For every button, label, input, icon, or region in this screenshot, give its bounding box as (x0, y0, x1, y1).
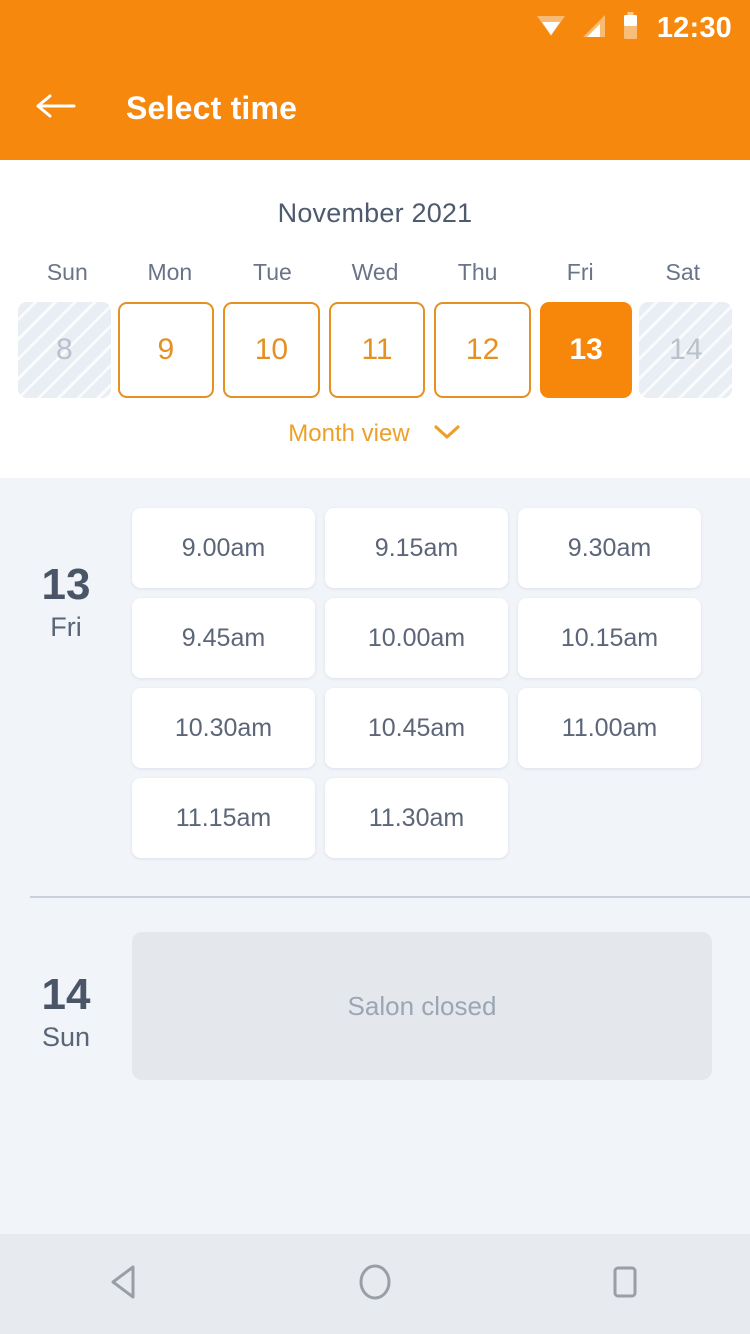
weekday-header-sat: Sat (665, 259, 701, 285)
status-bar-clock: 12:30 (656, 11, 732, 44)
wifi-icon (536, 13, 566, 44)
schedule-area: 13 Fri 9.00am 9.15am 9.30am 9.45am 10.00… (0, 478, 750, 1234)
weekday-header-tue: Tue (253, 259, 292, 285)
time-slot[interactable]: 9.00am (132, 508, 315, 588)
nav-back-button[interactable] (70, 1249, 180, 1319)
day-label-13: 13 Fri (0, 508, 132, 858)
day-group-13: 13 Fri 9.00am 9.15am 9.30am 9.45am 10.00… (0, 478, 750, 858)
day-group-14: 14 Sun Salon closed (0, 898, 750, 1080)
time-slot[interactable]: 9.15am (325, 508, 508, 588)
salon-closed-panel: Salon closed (132, 932, 712, 1080)
page-title: Select time (126, 89, 298, 126)
recents-square-icon (607, 1262, 643, 1307)
day-number: 14 (41, 970, 91, 1019)
calendar-month-title: November 2021 (277, 198, 473, 228)
home-circle-icon (355, 1262, 395, 1307)
time-slot[interactable]: 9.45am (132, 598, 315, 678)
android-nav-bar (0, 1234, 750, 1334)
time-slot[interactable]: 11.00am (518, 688, 701, 768)
back-button[interactable] (26, 79, 84, 137)
time-slot[interactable]: 10.15am (518, 598, 701, 678)
calendar-panel: November 2021 Sun Mon Tue Wed Thu Fri Sa… (0, 160, 750, 478)
app-screen: 12:30 Select time November 2021 Sun Mon … (0, 0, 750, 1334)
day-weekday: Fri (50, 612, 82, 643)
time-slot-grid: 9.00am 9.15am 9.30am 9.45am 10.00am 10.1… (132, 508, 750, 858)
calendar-day-10[interactable]: 10 (223, 302, 320, 398)
calendar-week-strip: 8 9 10 11 12 13 14 (0, 302, 750, 398)
weekday-header-row: Sun Mon Tue Wed Thu Fri Sat (0, 259, 750, 286)
calendar-day-9[interactable]: 9 (117, 302, 215, 398)
calendar-day-14: 14 (639, 302, 733, 398)
calendar-day-8: 8 (18, 302, 111, 398)
time-slot[interactable]: 10.45am (325, 688, 508, 768)
nav-recents-button[interactable] (570, 1249, 680, 1319)
month-view-toggle[interactable]: Month view (0, 420, 750, 448)
weekday-header-sun: Sun (46, 259, 88, 285)
weekday-header-wed: Wed (351, 259, 399, 285)
time-slot[interactable]: 10.00am (325, 598, 508, 678)
time-slot[interactable]: 10.30am (132, 688, 315, 768)
signal-icon (580, 13, 608, 44)
calendar-day-12[interactable]: 12 (434, 302, 531, 398)
calendar-day-13[interactable]: 13 (539, 302, 633, 398)
chevron-down-icon (432, 423, 462, 446)
arrow-left-icon (34, 90, 76, 127)
back-triangle-icon (107, 1263, 143, 1306)
time-slot[interactable]: 11.15am (132, 778, 315, 858)
status-bar: 12:30 (0, 0, 750, 56)
day-number: 13 (41, 560, 91, 609)
weekday-header-fri: Fri (566, 259, 594, 285)
battery-icon (622, 11, 639, 45)
day-weekday: Sun (41, 1022, 91, 1053)
month-view-label: Month view (288, 420, 410, 447)
day-label-14: 14 Sun (0, 932, 132, 1080)
calendar-day-11[interactable]: 11 (328, 302, 426, 398)
app-bar: Select time (0, 56, 750, 160)
time-slot[interactable]: 9.30am (518, 508, 701, 588)
weekday-header-thu: Thu (457, 259, 498, 285)
weekday-header-mon: Mon (147, 259, 193, 285)
nav-home-button[interactable] (320, 1249, 430, 1319)
time-slot[interactable]: 11.30am (325, 778, 508, 858)
